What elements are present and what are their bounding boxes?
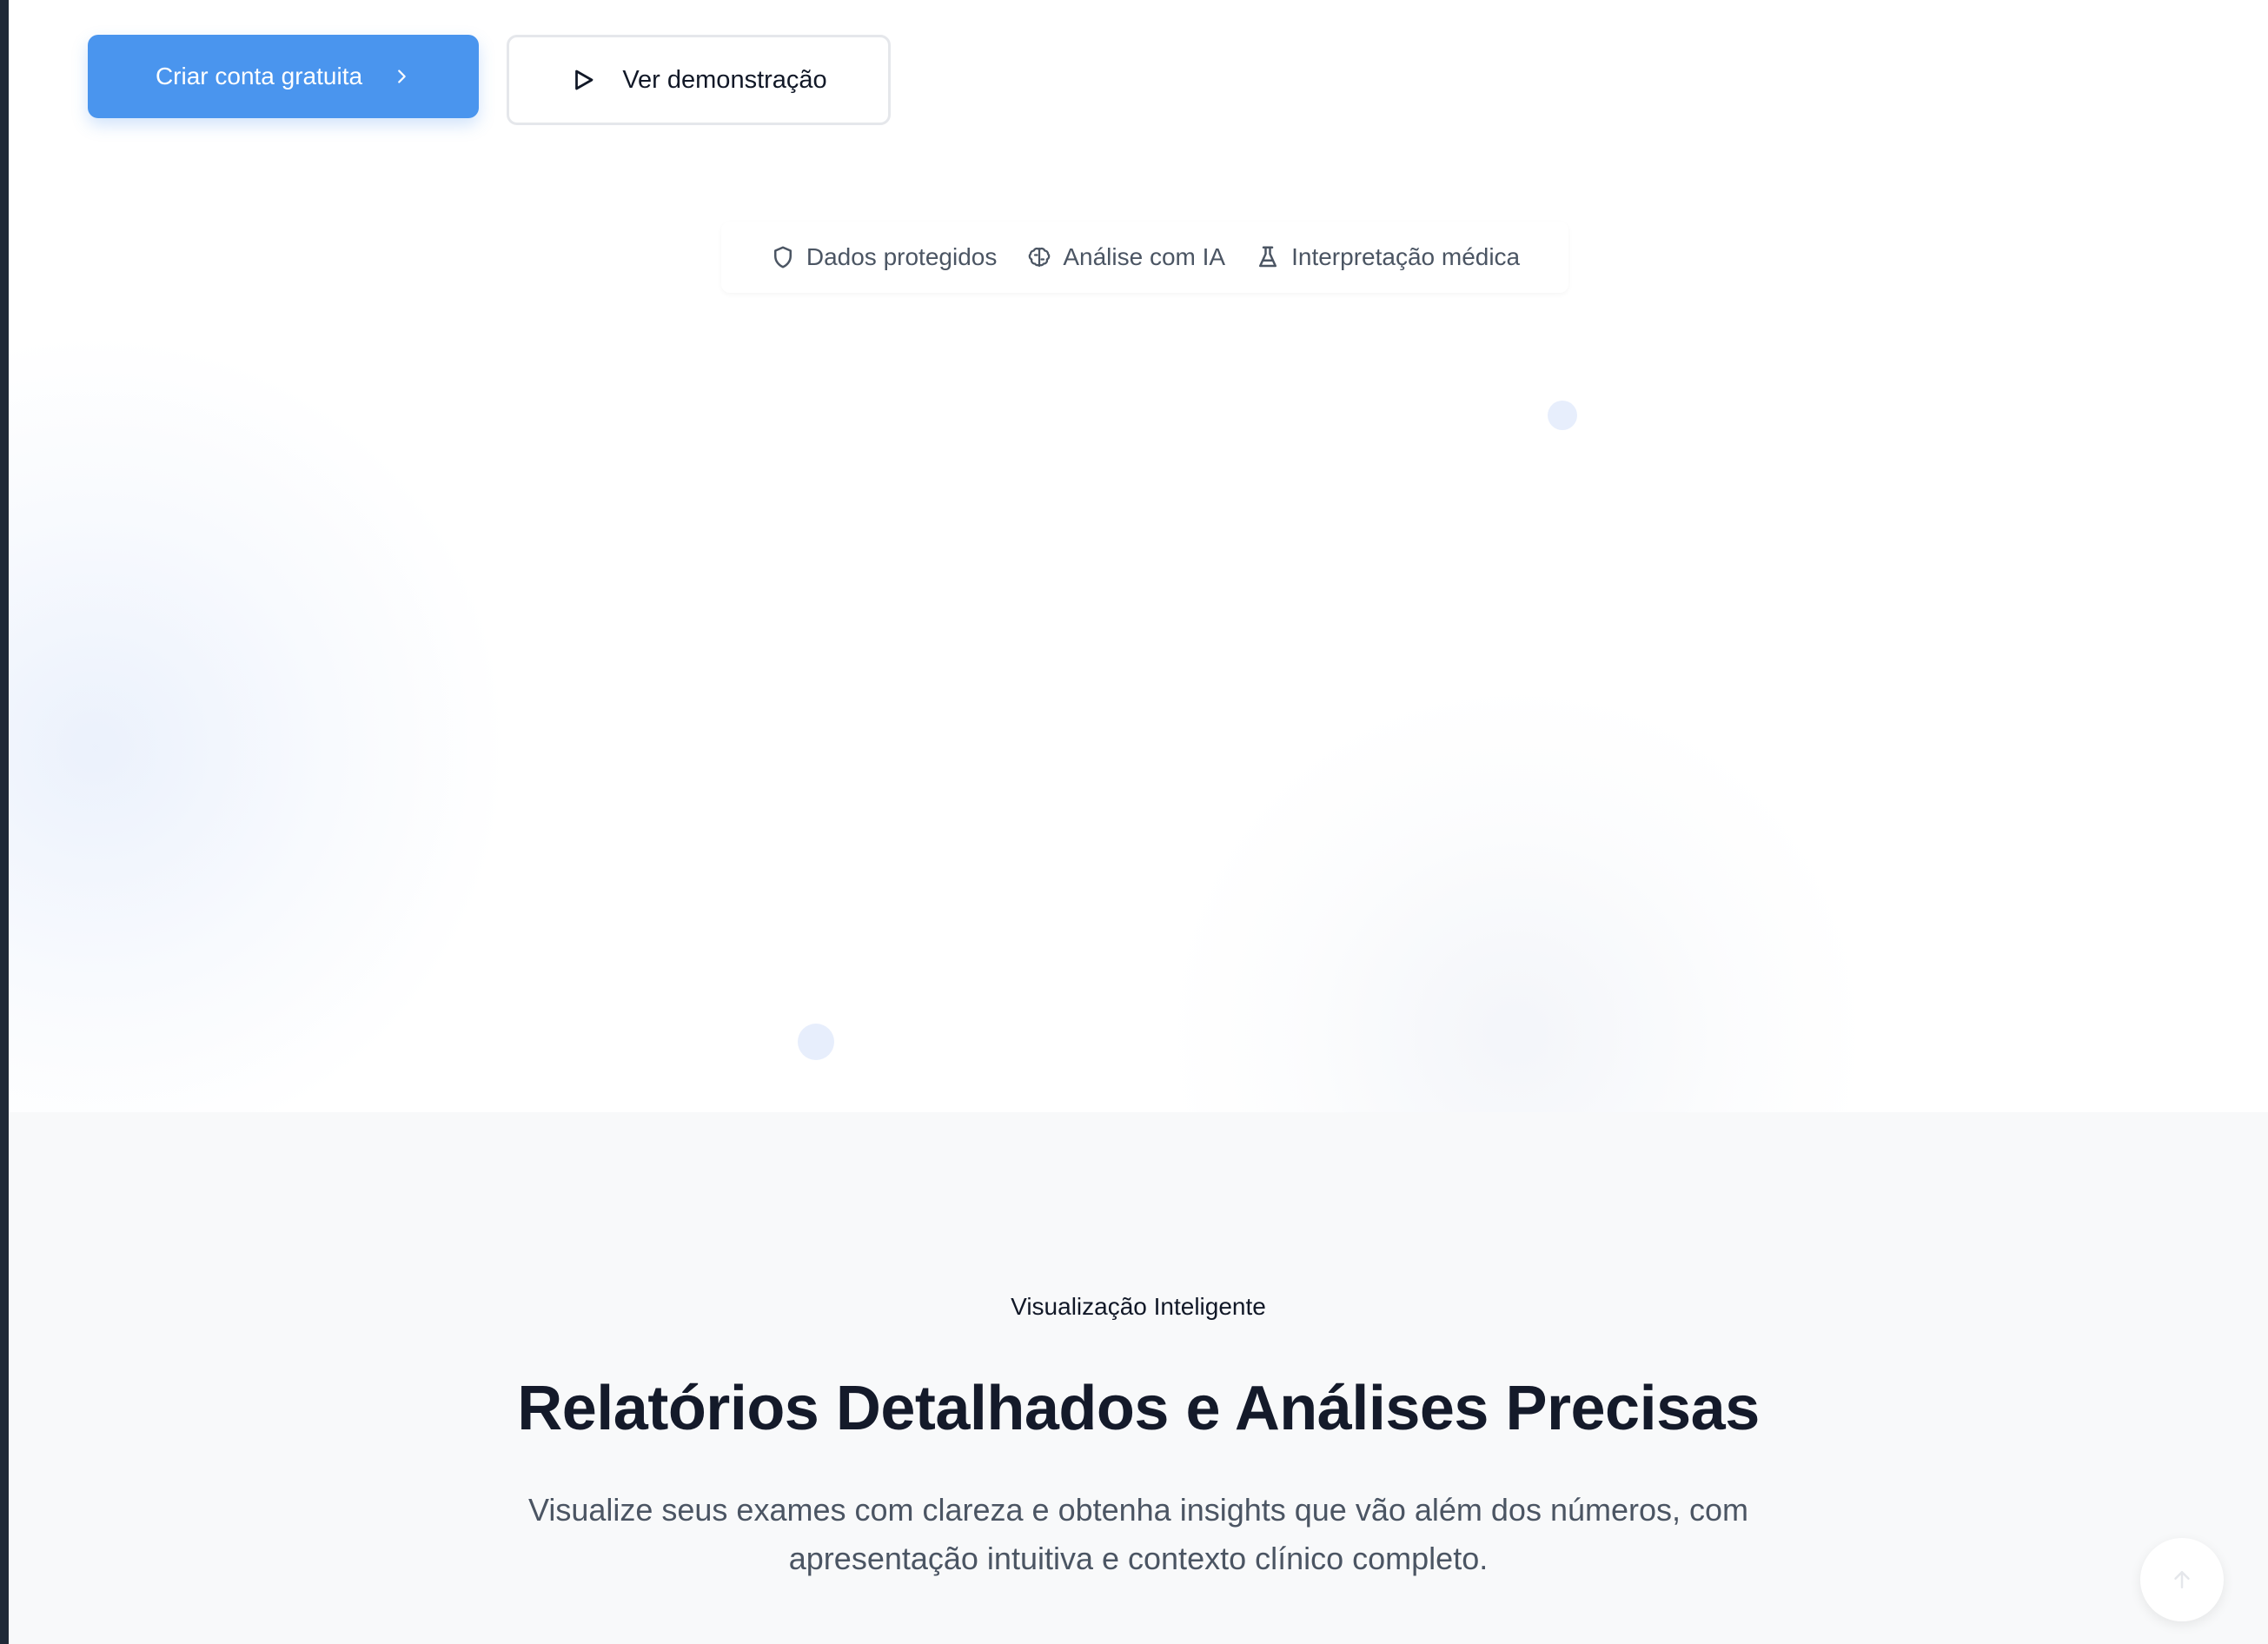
window-edge bbox=[0, 0, 9, 1644]
badge-label: Análise com IA bbox=[1063, 243, 1226, 270]
badge-medical-interpretation: Interpretação médica bbox=[1255, 243, 1520, 271]
badge-label: Interpretação médica bbox=[1291, 243, 1521, 270]
play-icon bbox=[570, 67, 596, 93]
section-title: Relatórios Detalhados e Análises Precisa… bbox=[517, 1374, 1760, 1443]
badge-label: Dados protegidos bbox=[806, 243, 998, 270]
shield-icon bbox=[773, 246, 792, 268]
badge-data-protected: Dados protegidos bbox=[770, 243, 997, 271]
trust-badges: Dados protegidos Análise com IA Interpre… bbox=[721, 222, 1568, 293]
background-glow bbox=[1147, 695, 1886, 1112]
view-demo-button[interactable]: Ver demonstração bbox=[507, 35, 891, 125]
create-free-account-button[interactable]: Criar conta gratuita bbox=[88, 35, 479, 118]
section-eyebrow: Visualização Inteligente bbox=[1011, 1293, 1266, 1320]
decorative-dot bbox=[798, 1024, 834, 1060]
hero-section: Criar conta gratuita Ver demonstração Da… bbox=[9, 0, 2268, 1112]
decorative-dot bbox=[1548, 401, 1577, 430]
view-demo-label: Ver demonstração bbox=[622, 65, 827, 94]
chevron-right-icon bbox=[392, 67, 411, 86]
scroll-to-top-button[interactable] bbox=[2140, 1538, 2224, 1621]
arrow-up-icon bbox=[2174, 1571, 2190, 1588]
features-section: Visualização Inteligente Relatórios Deta… bbox=[9, 1112, 2268, 1644]
create-free-account-label: Criar conta gratuita bbox=[155, 63, 363, 89]
background-glow bbox=[9, 330, 513, 1112]
brain-icon bbox=[1029, 247, 1051, 268]
flask-icon bbox=[1259, 246, 1277, 268]
badge-ai-analysis: Análise com IA bbox=[1026, 243, 1225, 271]
section-description: Visualize seus exames com clareza e obte… bbox=[527, 1492, 1749, 1576]
